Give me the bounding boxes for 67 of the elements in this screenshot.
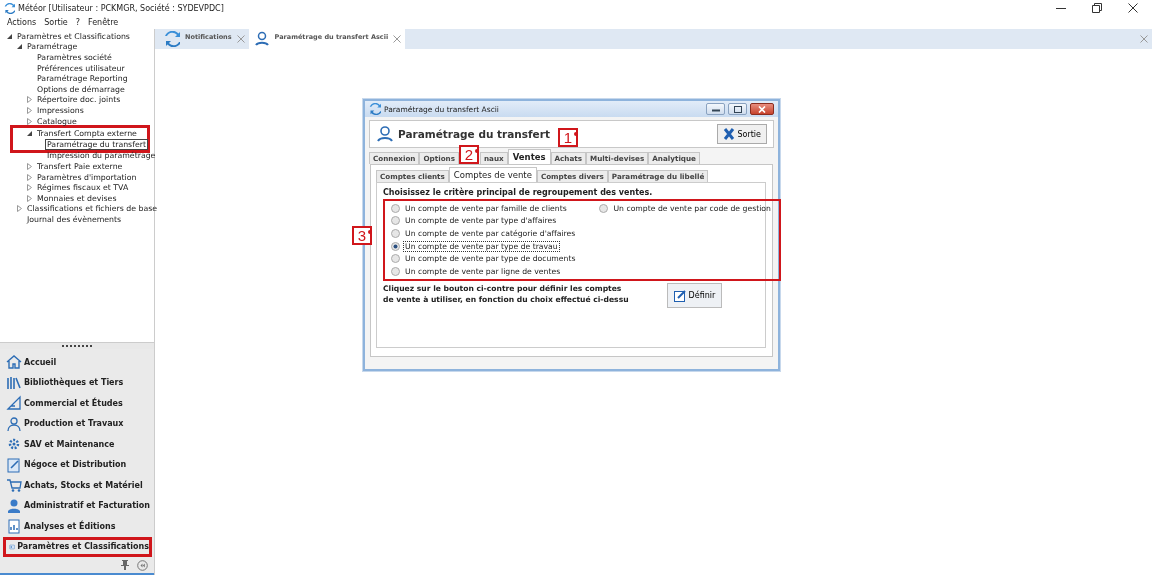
radio-button[interactable]: [391, 266, 400, 276]
collapsed-arrow-icon[interactable]: [26, 96, 33, 104]
radio-button[interactable]: [391, 216, 400, 226]
expanded-arrow-icon[interactable]: [16, 43, 23, 51]
expanded-arrow-icon[interactable]: [26, 130, 33, 138]
app-logo-icon: [164, 31, 180, 47]
callout-label: 3: [352, 226, 372, 245]
menu-item[interactable]: ?: [75, 18, 81, 27]
maximize-icon: [733, 105, 742, 113]
ruler-icon: [6, 395, 22, 412]
window-title: Météor [Utilisateur : PCKMGR, Société : SYDEVPDC]: [18, 3, 224, 13]
books-icon: [6, 374, 22, 391]
radio-button[interactable]: [391, 203, 400, 213]
close-icon[interactable]: [1128, 3, 1138, 13]
menu-item[interactable]: Fenêtre: [88, 18, 119, 27]
pin-icon[interactable]: [121, 560, 129, 571]
chart-icon: [6, 518, 22, 535]
radio-button[interactable]: [599, 203, 609, 213]
person-icon: [6, 497, 22, 514]
collapsed-arrow-icon[interactable]: [26, 194, 33, 202]
nav-item[interactable]: Commercial et Études: [0, 393, 154, 414]
dialog-heading: Paramétrage du transfert: [398, 128, 550, 140]
callout-label: 1: [557, 127, 578, 147]
radio-button[interactable]: [391, 229, 400, 238]
app-logo-icon: [4, 2, 15, 14]
collapsed-arrow-icon[interactable]: [26, 184, 33, 192]
restore-icon[interactable]: [1092, 3, 1102, 13]
person-icon: [376, 125, 394, 143]
nav-item[interactable]: Paramètres et Classifications: [3, 536, 152, 558]
exit-button[interactable]: Sortie: [717, 124, 767, 144]
document-icon: [6, 456, 22, 473]
cart-icon: [6, 477, 22, 494]
person-icon: [253, 31, 270, 47]
tab[interactable]: Comptes de vente: [448, 167, 537, 182]
radio-button[interactable]: [391, 241, 400, 251]
tab[interactable]: Ventes: [507, 149, 551, 164]
splitter-grip[interactable]: [62, 345, 92, 348]
close-icon: [723, 128, 736, 140]
expanded-arrow-icon[interactable]: [6, 32, 13, 40]
nav-item[interactable]: SAV et Maintenance: [0, 434, 154, 455]
section-heading: Choisissez le critère principal de regroupement des ventes.: [383, 188, 654, 197]
close-button[interactable]: [750, 103, 774, 115]
nav-item[interactable]: Analyses et Éditions: [0, 516, 154, 537]
callout-label: 2: [459, 145, 479, 164]
collapsed-arrow-icon[interactable]: [26, 106, 33, 114]
collapsed-arrow-icon[interactable]: [16, 205, 23, 213]
nav-item[interactable]: Bibliothèques et Tiers: [0, 372, 154, 394]
maximize-button[interactable]: [728, 103, 747, 115]
person-icon: [6, 415, 22, 432]
collapse-icon[interactable]: [137, 559, 148, 571]
radio-button[interactable]: [391, 254, 400, 264]
collapsed-arrow-icon[interactable]: [26, 117, 33, 125]
house-icon: [6, 354, 22, 371]
nav-item[interactable]: Achats, Stocks et Matériel: [0, 475, 154, 496]
minimize-button[interactable]: [706, 103, 725, 115]
close-icon: [758, 105, 766, 113]
app-logo-icon: [369, 103, 381, 115]
menu-item[interactable]: Actions: [7, 18, 37, 27]
nav-item[interactable]: Accueil: [0, 352, 154, 373]
define-button[interactable]: Définir: [666, 283, 723, 308]
collapsed-arrow-icon[interactable]: [26, 173, 33, 181]
edit-icon: [673, 289, 686, 302]
menu-item[interactable]: Sortie: [44, 18, 68, 27]
nav-item[interactable]: Négoce et Distribution: [0, 454, 154, 476]
collapsed-arrow-icon[interactable]: [26, 162, 33, 170]
nav-item[interactable]: Administratif et Facturation: [0, 495, 154, 517]
nav-item[interactable]: Production et Travaux: [0, 413, 154, 435]
